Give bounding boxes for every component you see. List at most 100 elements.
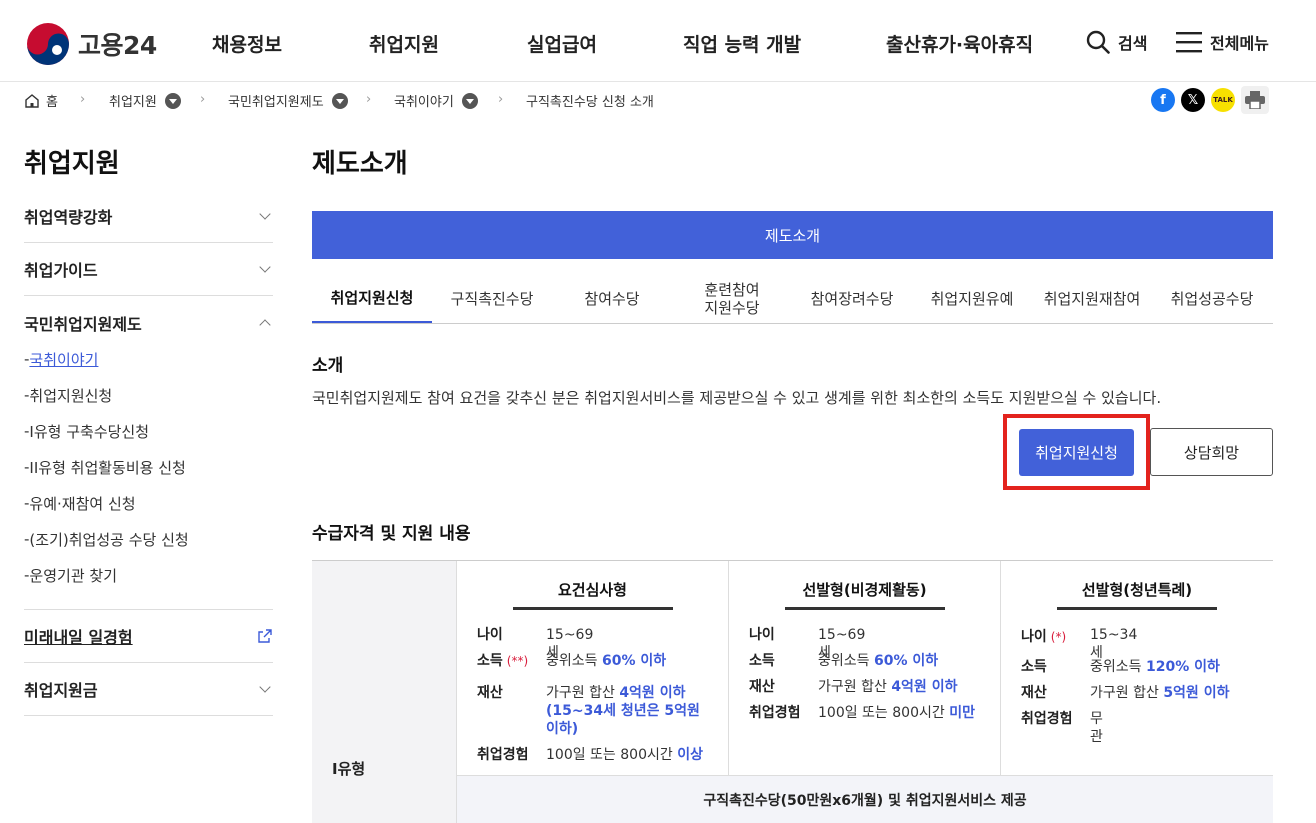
row-key: 재산 [749,679,775,695]
search-label: 검색 [1118,34,1148,53]
all-menu-button[interactable]: 전체메뉴 [1176,30,1269,54]
logo-text: 고용24 [78,31,157,60]
table-column-requirement: 요건심사형 나이 15~69세 소득 (**) 중위소득 60% 이하 재산 가구… [457,561,729,775]
row-value: 가구원 합산 5억원 이하 [1090,684,1229,702]
sidebar-subitem-success[interactable]: - (조기)취업성공 수당 신청 [24,521,273,557]
sidebar-item-subsidy[interactable]: 취업지원금 [24,663,273,716]
home-icon [25,93,39,108]
nav-item-jobs[interactable]: 채용정보 [212,30,282,57]
dropdown-icon[interactable] [331,92,348,109]
dropdown-icon[interactable] [461,92,478,109]
sidebar-subitem-story[interactable]: - 국취이야기 [24,341,273,377]
tab-job-seeking-allowance[interactable]: 구직촉진수당 [432,274,552,323]
breadcrumb-label: 국민취업지원제도 [228,95,324,110]
row-key: 취업경험 [1021,711,1073,727]
column-header-underline [513,607,673,610]
row-value: 100일 또는 800시간 이상 [546,746,703,764]
print-button[interactable] [1241,86,1269,114]
tab-success-allowance[interactable]: 취업성공수당 [1152,274,1272,323]
breadcrumb-item-national-program[interactable]: 국민취업지원제도 [228,91,348,110]
required-mark: (*) [1050,630,1067,644]
table-row: 소득 중위소득 60% 이하 [749,652,938,670]
tab-reparticipation[interactable]: 취업지원재참여 [1032,274,1152,323]
tab-incentive-allowance[interactable]: 참여장려수당 [792,274,912,323]
tab-label: 취업성공수당 [1170,289,1254,308]
sidebar-group-national-program: 국민취업지원제도 - 국취이야기 - 취업지원신청 - I유형 구축수당신청 - II유… [24,296,273,610]
sidebar-item-label: 취업가이드 [24,261,98,280]
tab-training-allowance[interactable]: 훈련참여 지원수당 [672,274,792,323]
consult-button[interactable]: 상담희망 [1150,428,1273,476]
sidebar-subitem-defer[interactable]: - 유예·재참여 신청 [24,485,273,521]
tab-participation-allowance[interactable]: 참여수당 [552,274,672,323]
row-key: 재산 [1021,685,1047,701]
breadcrumb-item-current: 구직촉진수당 신청 소개 [526,91,654,110]
logo[interactable]: 고용24 [26,22,157,66]
column-header: 선발형(비경제활동) [802,581,927,599]
kakaotalk-share-button[interactable]: TALK [1211,88,1235,112]
sidebar-subitem-apply[interactable]: - 취업지원신청 [24,377,273,413]
section-banner: 제도소개 [312,211,1273,259]
table-column-selective-inactive: 선발형(비경제활동) 나이 15~69세 소득 중위소득 60% 이하 재산 가… [729,561,1001,775]
tab-label: 훈련참여 지원수당 [704,280,760,317]
value-text: 중위소득 [546,653,602,669]
search-button[interactable]: 검색 [1086,30,1147,54]
value-note: (15~34세 청년은 5억원 이하) [546,703,700,737]
value-text: 100일 또는 800시간 [546,747,678,763]
row-value: 무관 [1090,710,1103,746]
sidebar-subitem-type2[interactable]: - II유형 취업활동비용 신청 [24,449,273,485]
tab-label: 취업지원유예 [930,289,1014,308]
table-row: 소득 중위소득 120% 이하 [1021,658,1220,676]
sidebar-item-guide[interactable]: 취업가이드 [24,243,273,296]
table-row: 재산 가구원 합산 5억원 이하 [1021,684,1229,702]
value-highlight: 120% 이하 [1145,659,1220,675]
tab-apply[interactable]: 취업지원신청 [312,274,432,323]
sidebar-subitem-label: I유형 구축수당신청 [29,422,150,441]
x-share-button[interactable]: 𝕏 [1181,88,1205,112]
sidebar-subitem-label: 취업지원신청 [29,386,113,405]
row-value: 중위소득 60% 이하 [818,652,938,670]
sidebar-item-capacity[interactable]: 취업역량강화 [24,190,273,243]
row-value: 가구원 합산 4억원 이하 (15~34세 청년은 5억원 이하) [546,684,716,738]
row-key: 취업경험 [749,705,801,721]
nav-item-skills-development[interactable]: 직업 능력 개발 [683,30,801,57]
sidebar-item-label: 취업지원금 [24,681,98,700]
chevron-down-icon [259,208,271,220]
row-key: 소득 [1021,659,1047,675]
value-text: 가구원 합산 [818,679,892,695]
sidebar-subitem-label: 운영기관 찾기 [29,566,117,585]
facebook-share-button[interactable]: f [1151,88,1175,112]
site-header: 고용24 채용정보 취업지원 실업급여 직업 능력 개발 출산휴가·육아휴직 검… [0,0,1316,82]
breadcrumb-home[interactable]: 홈 [24,91,58,110]
dropdown-icon[interactable] [164,92,181,109]
apply-button[interactable]: 취업지원신청 [1019,429,1134,476]
row-header: I유형 [312,561,457,823]
sidebar-item-work-experience[interactable]: 미래내일 일경험 [24,610,273,663]
sidebar-menu: 취업역량강화 취업가이드 국민취업지원제도 - 국취이야기 - 취업지원신청 - I유… [24,190,273,716]
breadcrumb-item-employment-support[interactable]: 취업지원 [109,91,181,110]
printer-icon [1245,91,1265,109]
column-header-underline [785,607,945,610]
table-row: 소득 (**) 중위소득 60% 이하 [477,652,666,670]
tab-label: 취업지원재참여 [1043,289,1141,308]
nav-item-parental-leave[interactable]: 출산휴가·육아휴직 [886,30,1033,57]
sidebar-subitem-find-org[interactable]: - 운영기관 찾기 [24,557,273,593]
table-row: 취업경험 무관 [1021,710,1103,745]
breadcrumb-item-story[interactable]: 국취이야기 [394,91,478,110]
chevron-down-icon [259,261,271,273]
value-highlight: 4억원 이하 [619,685,686,701]
table-footer: 구직촉진수당(50만원x6개월) 및 취업지원서비스 제공 [457,775,1273,823]
table-row: 취업경험 100일 또는 800시간 이상 [477,746,703,764]
nav-item-unemployment-benefit[interactable]: 실업급여 [527,30,597,57]
sidebar-subitem-label: 유예·재참여 신청 [29,494,136,513]
value-highlight: 이상 [677,747,703,763]
sidebar-subitem-type1[interactable]: - I유형 구축수당신청 [24,413,273,449]
sidebar-item-label: 미래내일 일경험 [24,628,133,647]
tab-deferral[interactable]: 취업지원유예 [912,274,1032,323]
table-row: 재산 가구원 합산 4억원 이하 (15~34세 청년은 5억원 이하) [477,684,700,737]
row-value: 중위소득 60% 이하 [546,652,666,670]
intro-heading: 소개 [312,356,344,376]
x-icon: 𝕏 [1187,92,1199,108]
nav-item-employment-support[interactable]: 취업지원 [369,30,439,57]
taegeuk-logo-icon [27,23,69,65]
row-key: 재산 [477,685,503,701]
